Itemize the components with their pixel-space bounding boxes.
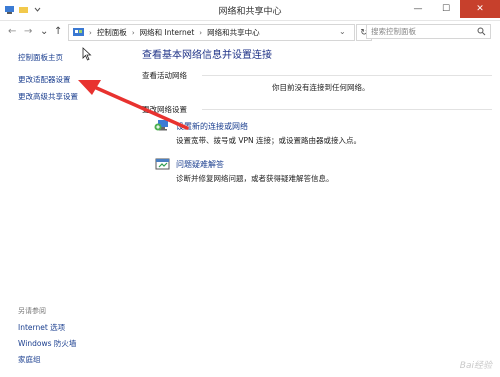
forward-button[interactable]: → — [24, 26, 32, 37]
breadcrumb-control-panel[interactable]: 控制面板 — [97, 27, 127, 38]
page-title: 查看基本网络信息并设置连接 — [142, 50, 272, 61]
up-button[interactable]: ↑ — [54, 26, 62, 37]
maximize-button[interactable]: ☐ — [432, 0, 460, 18]
breadcrumb-separator: › — [89, 28, 92, 37]
active-networks-label: 查看活动网络 — [142, 71, 187, 80]
sidebar-item-control-panel-home[interactable]: 控制面板主页 — [18, 52, 63, 63]
network-setup-icon — [154, 120, 168, 131]
watermark: Bai经验 — [459, 361, 492, 371]
address-bar[interactable]: › 控制面板 › 网络和 Internet › 网络和共享中心 — [68, 24, 355, 41]
sidebar-item-advanced-sharing[interactable]: 更改高级共享设置 — [18, 91, 78, 102]
search-icon[interactable] — [477, 27, 486, 36]
see-also-heading: 另请参阅 — [18, 307, 46, 315]
breadcrumb-separator: › — [131, 28, 135, 37]
address-dropdown-icon[interactable]: ⌄ — [339, 27, 346, 36]
no-network-status: 你目前没有连接到任何网络。 — [272, 83, 370, 92]
troubleshoot-link[interactable]: 问题疑难解答 — [176, 159, 224, 170]
minimize-button[interactable]: — — [404, 0, 432, 18]
divider — [202, 75, 492, 76]
see-also-internet-options[interactable]: Internet 选项 — [18, 322, 65, 333]
breadcrumb-network-internet[interactable]: 网络和 Internet — [140, 27, 195, 38]
title-bar: 网络和共享中心 — ☐ ✕ — [0, 0, 500, 21]
breadcrumb-separator: › — [199, 28, 203, 37]
window-controls: — ☐ ✕ — [404, 0, 500, 18]
control-panel-icon — [73, 27, 84, 36]
troubleshoot-icon — [155, 158, 170, 170]
search-placeholder: 搜索控制面板 — [371, 27, 416, 36]
see-also-windows-firewall[interactable]: Windows 防火墙 — [18, 338, 76, 349]
search-input[interactable]: 搜索控制面板 — [366, 24, 491, 39]
troubleshoot-desc: 诊断并修复网络问题，或者获得疑难解答信息。 — [176, 174, 334, 183]
recent-locations-icon[interactable]: ⌄ — [40, 26, 48, 37]
sidebar: 控制面板主页 更改适配器设置 更改高级共享设置 另请参阅 Internet 选项… — [0, 44, 120, 377]
sidebar-item-change-adapter-settings[interactable]: 更改适配器设置 — [18, 74, 71, 85]
see-also-homegroup[interactable]: 家庭组 — [18, 354, 41, 365]
close-button[interactable]: ✕ — [460, 0, 500, 18]
address-row: ← → ⌄ ↑ › 控制面板 › 网络和 Internet › 网络和共享中心 … — [0, 21, 500, 43]
change-settings-label: 更改网络设置 — [142, 105, 187, 114]
divider — [202, 109, 492, 110]
setup-new-connection-desc: 设置宽带、拨号或 VPN 连接；或设置路由器或接入点。 — [176, 136, 362, 145]
breadcrumb-network-sharing[interactable]: 网络和共享中心 — [207, 27, 260, 38]
mouse-cursor-icon — [82, 47, 92, 61]
setup-new-connection-link[interactable]: 设置新的连接或网络 — [176, 121, 248, 132]
back-button[interactable]: ← — [8, 26, 16, 37]
